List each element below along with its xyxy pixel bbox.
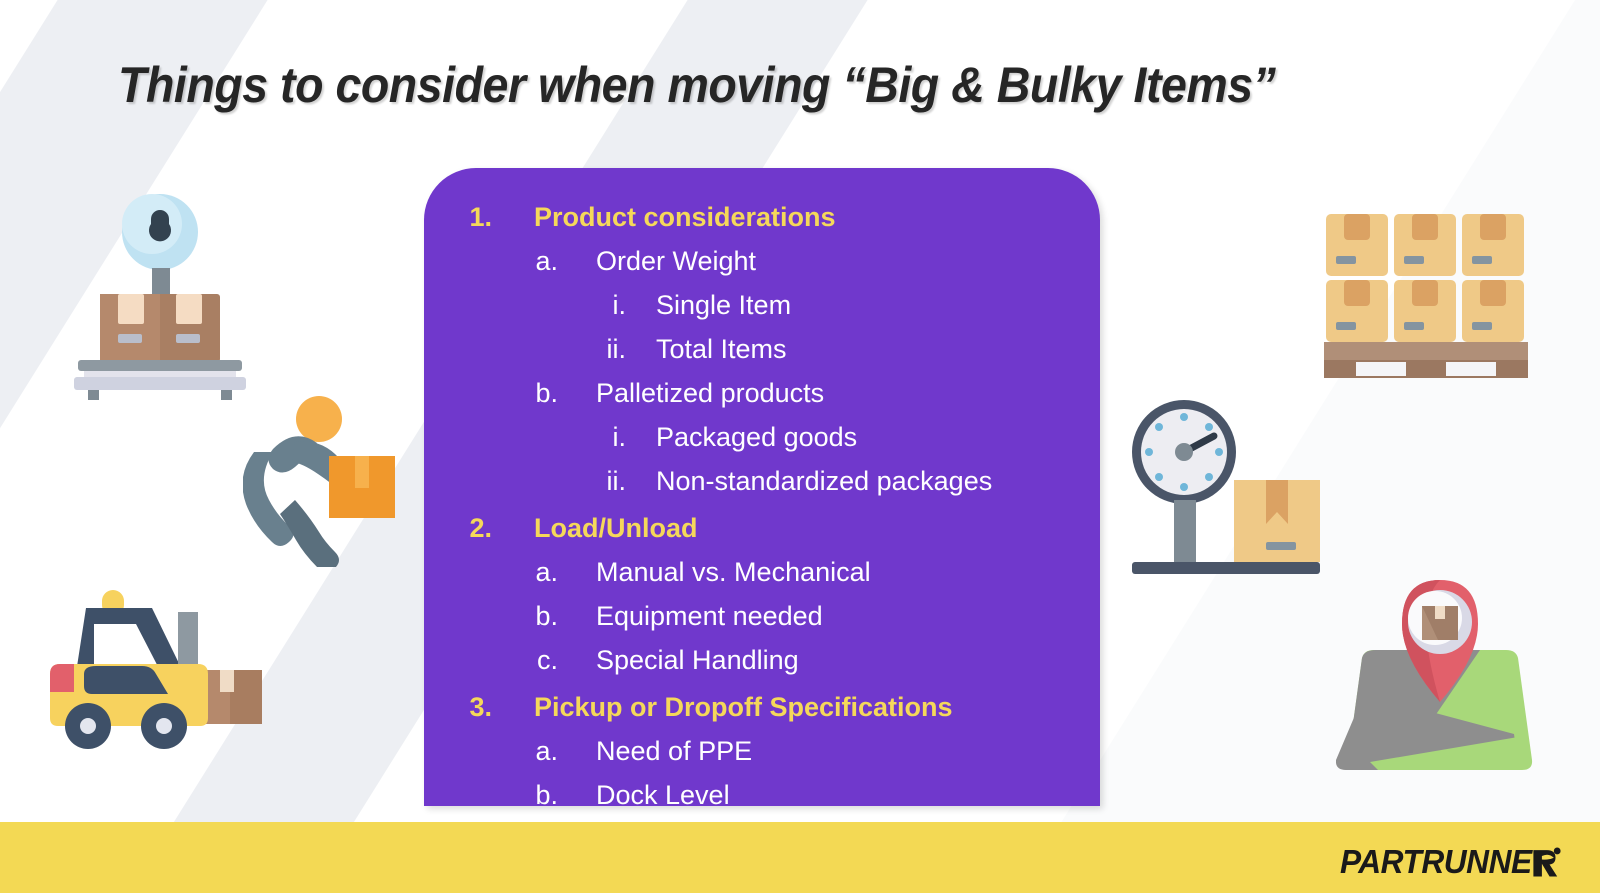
list-item-marker: 3.: [469, 692, 492, 722]
list-item-marker: a.: [535, 246, 558, 276]
list-item-marker: b.: [535, 780, 558, 807]
list-item-label: Packaged goods: [656, 422, 858, 452]
list-item-marker: b.: [535, 601, 558, 631]
list-item-level-3: ii. Total Items: [424, 336, 1100, 363]
person-lifting-box-icon: [243, 396, 395, 567]
pallet-of-boxes-icon: [1324, 214, 1528, 378]
list-item-label: Product considerations: [534, 202, 836, 232]
list-item-marker: ii.: [606, 334, 627, 364]
footer-bar: PARTRUNNE: [0, 822, 1600, 893]
list-item-label: Manual vs. Mechanical: [596, 557, 871, 587]
forklift-with-box-icon: [50, 590, 262, 749]
list-item-label: Non-standardized packages: [656, 466, 993, 496]
list-item-level-3: ii. Non-standardized packages: [424, 468, 1100, 495]
list-item-label: Single Item: [656, 290, 792, 320]
list-item-level-2: c. Special Handling: [424, 647, 1100, 674]
list-item-level-2: b. Palletized products: [424, 380, 1100, 407]
brand-logo: PARTRUNNE: [1332, 843, 1564, 881]
list-item-level-1: 1. Product considerations: [424, 204, 1100, 231]
list-item-label: Need of PPE: [596, 736, 753, 766]
list-item-level-2: b. Equipment needed: [424, 603, 1100, 630]
list-item-marker: i.: [612, 290, 627, 320]
list-item-marker: c.: [536, 645, 558, 675]
list-item-marker: a.: [535, 557, 558, 587]
map-pin-with-package-icon: [1336, 580, 1533, 770]
infographic-canvas: Things to consider when moving “Big & Bu…: [0, 0, 1600, 893]
running-person-r-icon: [1533, 847, 1561, 877]
list-item-marker: 1.: [469, 202, 492, 232]
list-item-level-1: 2. Load/Unload: [424, 515, 1100, 542]
list-item-label: Pickup or Dropoff Specifications: [534, 692, 953, 722]
list-item-label: Total Items: [656, 334, 787, 364]
dial-scale-with-box-icon: [1132, 400, 1320, 574]
list-item-label: Load/Unload: [534, 513, 698, 543]
list-item-level-2: a. Order Weight: [424, 248, 1100, 275]
list-item-level-2: a. Need of PPE: [424, 738, 1100, 765]
brand-name: PARTRUNNE: [1340, 843, 1532, 880]
list-item-marker: ii.: [606, 466, 627, 496]
list-item-level-3: i. Single Item: [424, 292, 1100, 319]
page-title: Things to consider when moving “Big & Bu…: [118, 57, 1276, 113]
list-item-marker: i.: [612, 422, 627, 452]
list-item-label: Special Handling: [596, 645, 799, 675]
list-item-level-1: 3. Pickup or Dropoff Specifications: [424, 694, 1100, 721]
list-item-label: Palletized products: [596, 378, 825, 408]
list-item-label: Order Weight: [596, 246, 757, 276]
list-item-marker: b.: [535, 378, 558, 408]
platform-scale-with-boxes-icon: [74, 194, 246, 400]
list-item-marker: 2.: [469, 513, 492, 543]
list-item-level-3: i. Packaged goods: [424, 424, 1100, 451]
list-item-label: Equipment needed: [596, 601, 823, 631]
list-item-level-2: a. Manual vs. Mechanical: [424, 559, 1100, 586]
list-item-level-2: b. Dock Level: [424, 780, 1100, 807]
considerations-list-card: 1. Product considerations a. Order Weight i.…: [424, 168, 1100, 806]
list-item-marker: a.: [535, 736, 558, 766]
list-item-label: Dock Level: [596, 780, 730, 807]
